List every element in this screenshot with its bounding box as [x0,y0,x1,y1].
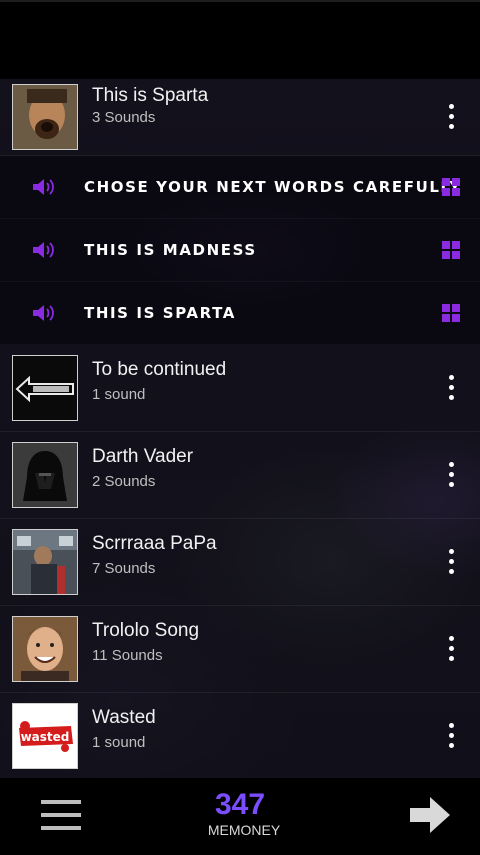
more-vert-icon[interactable] [446,104,456,130]
list-item-wasted[interactable]: wasted Wasted 1 sound [0,693,480,780]
sound-pack-list[interactable]: This is Sparta 3 Sounds CHOSE YOUR NEXT … [0,79,480,780]
thumbnail-to-be-continued [12,355,78,421]
list-item-subtitle: 11 Sounds [92,647,163,664]
thumbnail-darth-vader [12,442,78,508]
sound-item-chose-your-next-words[interactable]: CHOSE YOUR NEXT WORDS CAREFULLY [0,156,480,219]
list-item-title: Darth Vader [92,446,194,467]
list-item-subtitle: 1 sound [92,386,146,403]
list-item-subtitle: 3 Sounds [92,109,156,126]
more-vert-icon[interactable] [446,723,456,749]
more-vert-icon[interactable] [446,549,456,575]
arrow-right-icon[interactable] [410,797,450,833]
speaker-icon[interactable] [32,241,54,259]
list-item-trololo-song[interactable]: Trololo Song 11 Sounds [0,606,480,693]
wasted-logo-text: wasted [21,730,70,744]
more-vert-icon[interactable] [446,636,456,662]
coin-count: 347 [214,788,266,821]
list-item-title: To be continued [92,359,227,380]
list-item-title: This is Sparta [92,85,209,106]
grid-icon[interactable] [442,241,460,259]
list-item-scrrraaa-papa[interactable]: Scrrraaa PaPa 7 Sounds [0,519,480,606]
list-item-this-is-sparta[interactable]: This is Sparta 3 Sounds [0,79,480,156]
grid-icon[interactable] [442,178,460,196]
list-item-subtitle: 1 sound [92,734,146,751]
top-bar [0,0,480,79]
list-item-title: Scrrraaa PaPa [92,533,217,554]
more-vert-icon[interactable] [446,462,456,488]
grid-icon[interactable] [442,304,460,322]
sound-item-this-is-sparta[interactable]: THIS IS SPARTA [0,282,480,345]
thumbnail-wasted: wasted [12,703,78,769]
sound-title: THIS IS SPARTA [84,304,236,322]
thumbnail-scrrraaa-papa [12,529,78,595]
bottom-bar: 347 MEMONEY [0,778,480,855]
thumbnail-trololo [12,616,78,682]
list-item-title: Trololo Song [92,620,200,641]
sound-item-this-is-madness[interactable]: THIS IS MADNESS [0,219,480,282]
speaker-icon[interactable] [32,178,54,196]
list-item-to-be-continued[interactable]: To be continued 1 sound [0,345,480,432]
more-vert-icon[interactable] [446,375,456,401]
speaker-icon[interactable] [32,304,54,322]
list-item-darth-vader[interactable]: Darth Vader 2 Sounds [0,432,480,519]
sound-title: CHOSE YOUR NEXT WORDS CAREFULLY [84,178,462,196]
list-item-subtitle: 7 Sounds [92,560,156,577]
sound-title: THIS IS MADNESS [84,241,257,259]
list-item-subtitle: 2 Sounds [92,473,156,490]
list-item-title: Wasted [92,707,156,728]
currency-label: MEMONEY [207,822,281,838]
thumbnail-sparta [12,84,78,150]
